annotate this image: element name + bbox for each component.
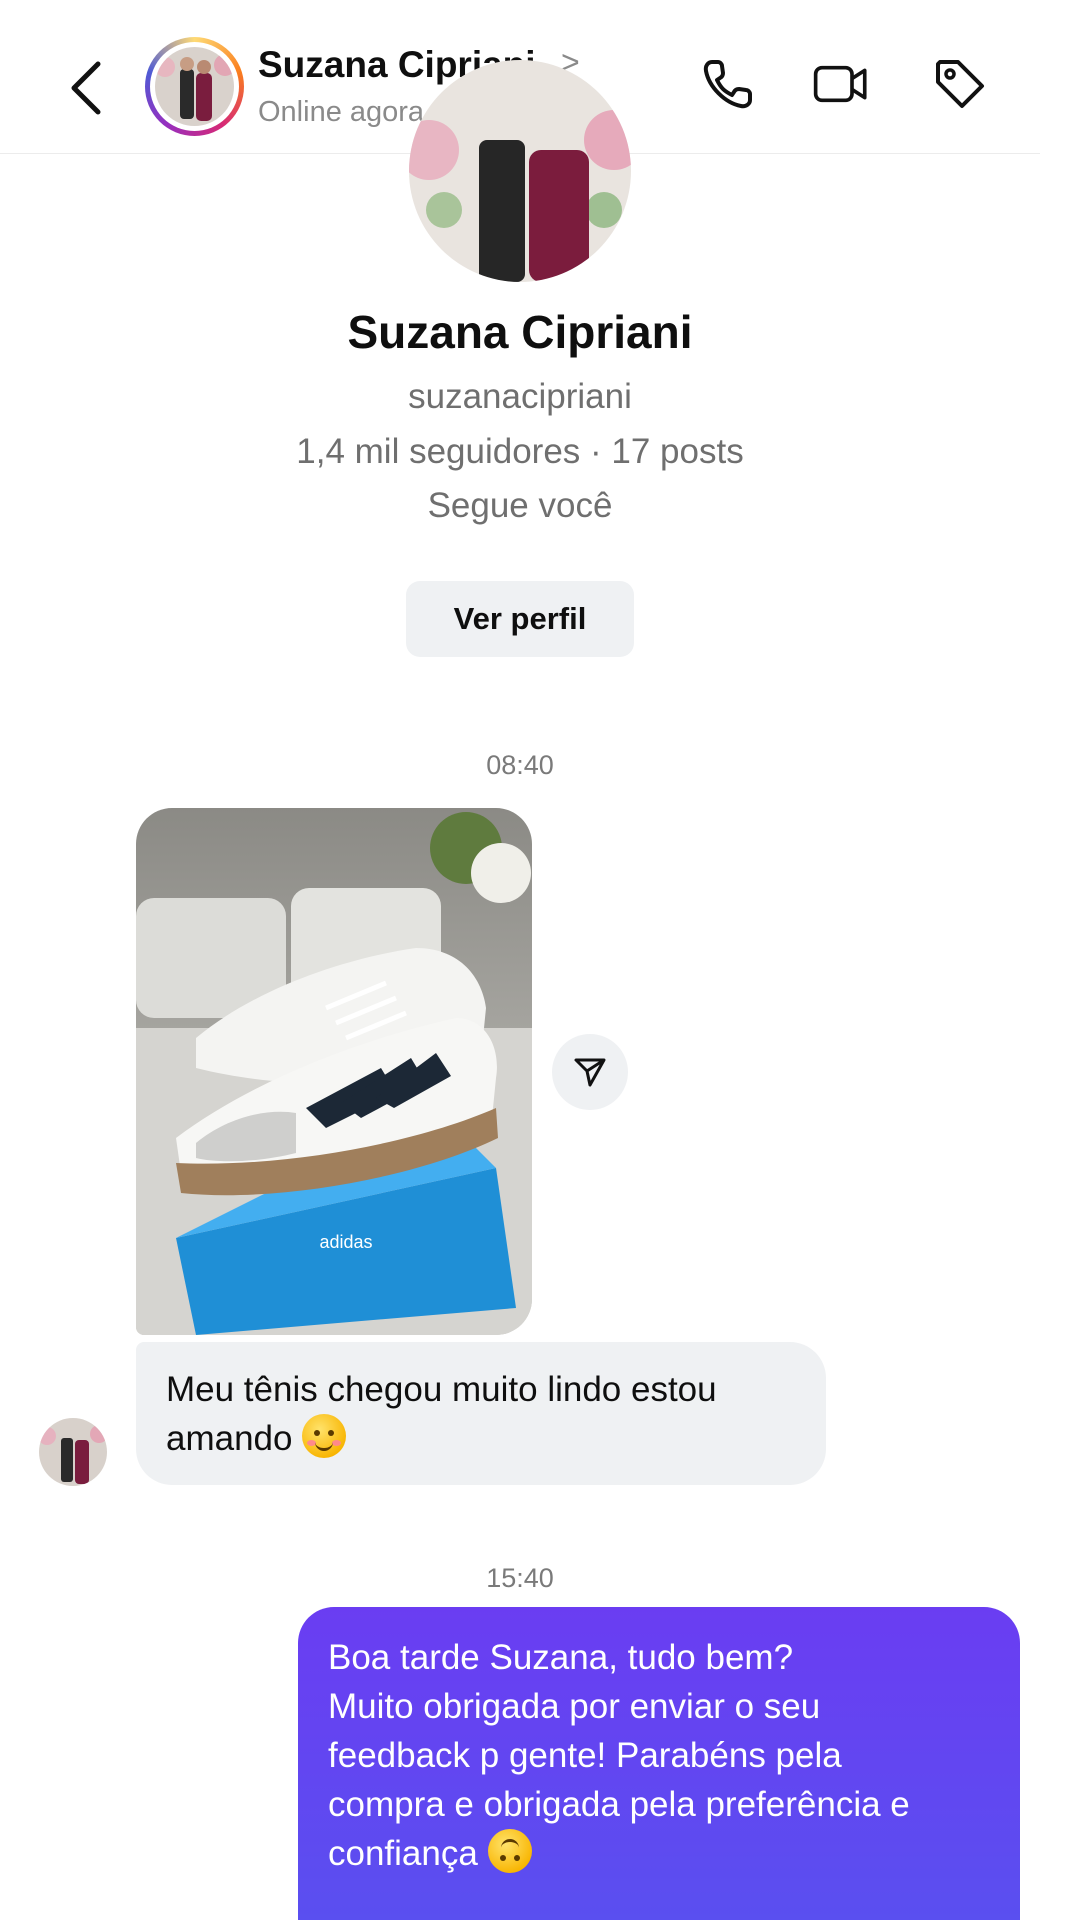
outgoing-line: feedback p gente! Parabéns pela — [328, 1736, 842, 1775]
follows-you-label: Segue você — [427, 486, 613, 525]
share-button[interactable] — [552, 1034, 628, 1110]
sneaker-photo: adidas — [136, 808, 532, 1335]
sender-avatar[interactable] — [39, 1418, 107, 1486]
back-chevron-icon[interactable] — [62, 58, 110, 118]
profile-photo[interactable] — [409, 60, 631, 282]
profile-username: suzanacipriani — [408, 377, 632, 416]
profile-stats: 1,4 mil seguidores · 17 posts — [296, 432, 744, 471]
phone-icon[interactable] — [698, 54, 758, 114]
send-paper-plane-icon — [574, 1058, 606, 1087]
tag-icon[interactable] — [930, 54, 990, 114]
view-profile-button[interactable]: Ver perfil — [406, 581, 634, 657]
outgoing-message-bubble[interactable]: Boa tarde Suzana, tudo bem? Muito obriga… — [298, 1607, 1020, 1920]
outgoing-line: confiança — [328, 1834, 478, 1873]
message-timestamp: 08:40 — [486, 750, 554, 780]
upside-down-face-icon — [487, 1829, 532, 1873]
avatar-photo — [155, 47, 234, 126]
smiling-face-with-hearts-icon — [302, 1414, 347, 1458]
contact-avatar[interactable] — [145, 37, 244, 136]
online-status: Online agora — [258, 96, 425, 128]
incoming-message-bubble[interactable]: Meu tênis chegou muito lindo estou amand… — [136, 1342, 826, 1485]
outgoing-line: Muito obrigada por enviar o seu — [328, 1687, 821, 1726]
outgoing-line: compra e obrigada pela preferência e — [328, 1785, 910, 1824]
incoming-message-text: Meu tênis chegou muito lindo estou amand… — [166, 1370, 717, 1458]
image-message[interactable]: adidas — [136, 808, 532, 1335]
message-timestamp: 15:40 — [486, 1563, 554, 1593]
outgoing-line: Boa tarde Suzana, tudo bem? — [328, 1638, 794, 1677]
video-camera-icon[interactable] — [812, 54, 872, 114]
profile-name: Suzana Cipriani — [347, 306, 693, 358]
svg-text:adidas: adidas — [319, 1232, 372, 1252]
